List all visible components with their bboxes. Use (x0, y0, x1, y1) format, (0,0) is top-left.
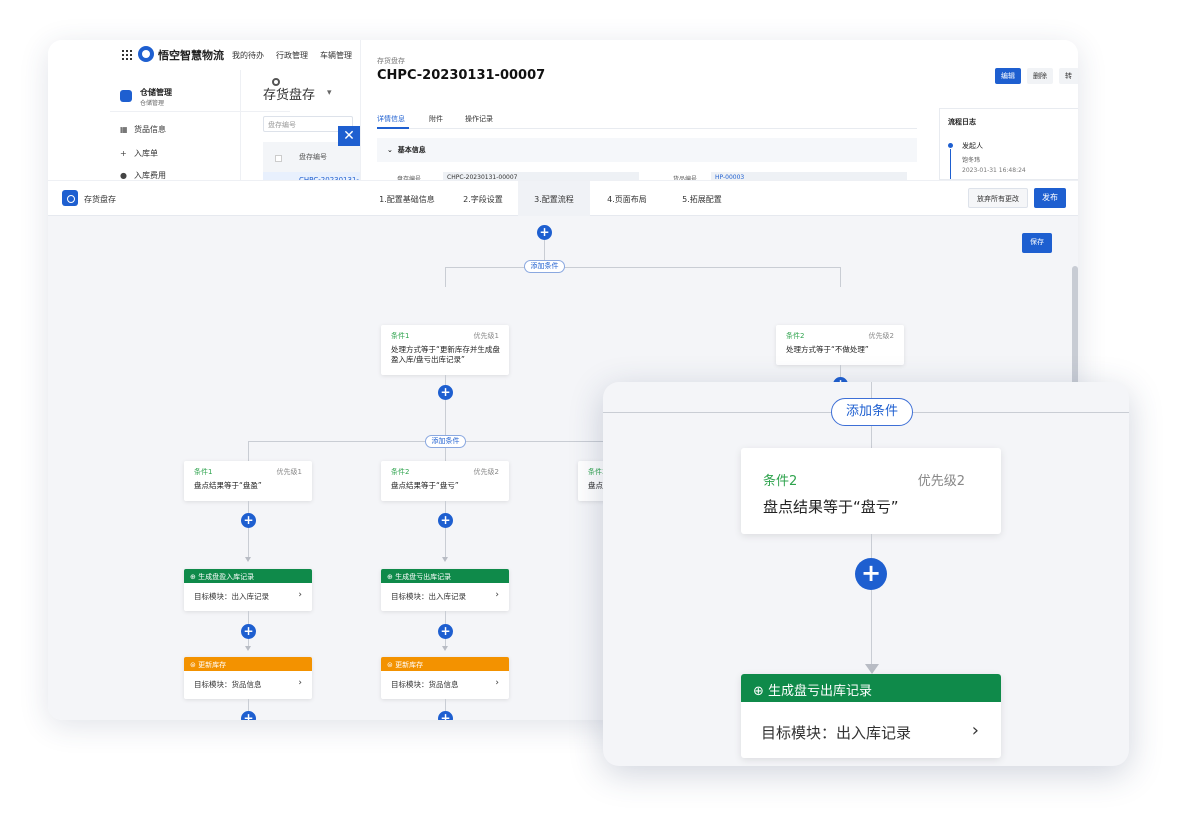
condition-card[interactable]: 条件2 优先级2 盘点结果等于“盘亏” (741, 448, 1001, 534)
chevron-down-icon: ⌄ (387, 146, 393, 154)
condition-name: 条件2 (763, 474, 798, 489)
refresh-icon: ⊜ (190, 661, 196, 669)
plus-circle-icon: ⊕ (753, 684, 764, 699)
add-condition-button[interactable]: 添加条件 (831, 398, 913, 426)
detail-drawer: 存货盘存 CHPC-20230131-00007 编辑 删除 转 详情信息 附件… (360, 40, 1078, 182)
tab-attachments[interactable]: 附件 (429, 114, 443, 124)
add-node-button[interactable]: + (241, 513, 256, 528)
action-title: 生成盘亏出库记录 (768, 684, 873, 699)
condition-card[interactable]: 条件2 优先级2 处理方式等于“不做处理” (776, 325, 904, 365)
save-button[interactable]: 保存 (1022, 233, 1052, 253)
timeline-line (950, 149, 951, 179)
nav-link-vehicle[interactable]: 车辆管理 (320, 50, 352, 61)
add-node-button[interactable]: + (855, 558, 887, 590)
nav-link-todo[interactable]: 我的待办 (232, 50, 264, 61)
chevron-right-icon: › (298, 678, 302, 688)
nav-item-inbound[interactable]: + 入库单 (120, 148, 158, 159)
warehouse-icon (120, 90, 132, 102)
step-fields[interactable]: 2.字段设置 (452, 181, 514, 217)
publish-button[interactable]: 发布 (1034, 188, 1066, 208)
add-condition-button[interactable]: 添加条件 (425, 435, 466, 448)
timeline-dot (948, 143, 953, 148)
select-all-checkbox[interactable] (275, 155, 282, 162)
warehouse-subtitle: 仓储管理 (140, 100, 165, 107)
condition-priority: 优先级2 (917, 474, 965, 489)
action-card[interactable]: ⊕ 生成盘亏出库记录 目标模块：出入库记录 › (381, 569, 509, 611)
log-time: 2023-01-31 16:48:24 (962, 167, 1026, 174)
plus-circle-icon: ⊕ (387, 573, 393, 581)
chevron-down-icon[interactable]: ▾ (327, 88, 332, 98)
step-flow[interactable]: 3.配置流程 (518, 181, 590, 217)
add-node-button[interactable]: + (438, 385, 453, 400)
add-condition-button[interactable]: 添加条件 (524, 260, 565, 273)
arrow-down-icon (865, 664, 879, 674)
add-node-button[interactable]: + (537, 225, 552, 240)
circle-icon: ● (120, 171, 127, 180)
section-basic-info[interactable]: ⌄ 基本信息 (377, 138, 917, 162)
nav-link-admin[interactable]: 行政管理 (276, 50, 308, 61)
scrollbar[interactable] (1072, 266, 1078, 386)
step-basic-info[interactable]: 1.配置基础信息 (362, 181, 452, 217)
edit-button[interactable]: 编辑 (995, 68, 1021, 84)
brand-name: 悟空智慧物流 (158, 49, 224, 62)
add-node-button[interactable]: + (241, 624, 256, 639)
add-node-button[interactable]: + (438, 711, 453, 720)
condition-card[interactable]: 条件1 优先级1 处理方式等于“更新库存并生成盘盈入库/盘亏出库记录” (381, 325, 509, 375)
discard-changes-button[interactable]: 放弃所有更改 (968, 188, 1028, 208)
top-nav: 悟空智慧物流 我的待办 行政管理 车辆管理 (48, 40, 360, 70)
action-card[interactable]: ⊕ 生成盘盈入库记录 目标模块：出入库记录 › (184, 569, 312, 611)
tab-operation-log[interactable]: 操作记录 (465, 114, 493, 124)
flow-log-panel: 流程日志 发起人 饱冬玮 2023-01-31 16:48:24 (939, 108, 1078, 180)
tab-details[interactable]: 详情信息 (377, 114, 405, 124)
chevron-right-icon: › (971, 720, 979, 741)
detail-breadcrumb: 存货盘存 (377, 57, 405, 65)
chevron-right-icon: › (298, 590, 302, 600)
grid-icon: ▦ (120, 125, 128, 134)
action-card[interactable]: ⊜ 更新库存 目标模块：货品信息 › (381, 657, 509, 699)
nav-item-goods[interactable]: ▦ 货品信息 (120, 124, 166, 135)
settings-icon (62, 190, 78, 206)
delete-button[interactable]: 删除 (1027, 68, 1053, 84)
close-button[interactable]: ✕ (338, 126, 360, 146)
app-grid-icon[interactable] (122, 50, 132, 60)
refresh-icon: ⊜ (387, 661, 393, 669)
condition-text: 盘点结果等于“盘亏” (763, 498, 899, 516)
transfer-button[interactable]: 转 (1059, 68, 1078, 84)
warehouse-title: 仓储管理 (140, 88, 172, 97)
add-node-button[interactable]: + (438, 513, 453, 528)
action-target: 目标模块：出入库记录 (761, 724, 912, 742)
plus-icon: + (120, 149, 127, 158)
flow-log-title: 流程日志 (948, 118, 976, 126)
add-node-button[interactable]: + (438, 624, 453, 639)
brand-logo-icon (138, 46, 154, 62)
tab-underline (377, 127, 917, 129)
plus-circle-icon: ⊕ (190, 573, 196, 581)
chevron-right-icon: › (495, 590, 499, 600)
log-role: 发起人 (962, 142, 983, 150)
add-node-button[interactable]: + (241, 711, 256, 720)
zoom-panel: 添加条件 条件2 优先级2 盘点结果等于“盘亏” + ⊕ 生成盘亏出库记录 目标… (603, 382, 1129, 766)
step-extension[interactable]: 5.拓展配置 (666, 181, 738, 217)
condition-card[interactable]: 条件2 优先级2 盘点结果等于“盘亏” (381, 461, 509, 501)
step-layout[interactable]: 4.页面布局 (594, 181, 660, 217)
action-card[interactable]: ⊜ 更新库存 目标模块：货品信息 › (184, 657, 312, 699)
log-user: 饱冬玮 (962, 157, 981, 164)
chevron-right-icon: › (495, 678, 499, 688)
designer-toolbar: 存货盘存 1.配置基础信息 2.字段设置 3.配置流程 4.页面布局 5.拓展配… (48, 180, 1078, 217)
list-title[interactable]: 存货盘存 (263, 84, 315, 103)
condition-card[interactable]: 条件1 优先级1 盘点结果等于“盘盈” (184, 461, 312, 501)
detail-title: CHPC-20230131-00007 (377, 68, 546, 83)
designer-title: 存货盘存 (84, 195, 116, 204)
action-card[interactable]: ⊕ 生成盘亏出库记录 目标模块：出入库记录 › (741, 674, 1001, 758)
